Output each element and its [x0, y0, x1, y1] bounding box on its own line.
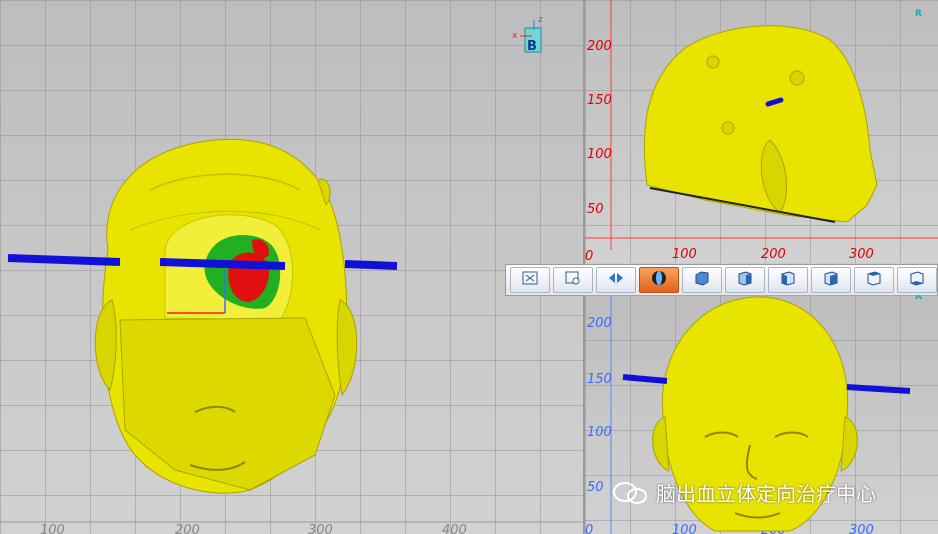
rotate-view-button[interactable] [596, 267, 636, 293]
main-x-tick-label: 400 [442, 523, 467, 534]
marker-fiducial [789, 70, 805, 86]
marker-fiducial [721, 121, 735, 135]
coronal-y-tick-label: 200 [587, 316, 612, 331]
cube-top-icon [865, 270, 883, 290]
view-right-button[interactable] [811, 267, 851, 293]
wechat-icon [612, 481, 648, 505]
watermark-text: 脑出血立体定向治疗中心 [656, 482, 876, 506]
coronal-y-tick-label: 100 [587, 425, 612, 440]
corner-marker-a: A [915, 295, 922, 302]
orientation-cube[interactable]: B x z [512, 15, 543, 54]
sagittal-x-tick-label: 200 [761, 247, 786, 262]
main-x-tick-labels: 100 200 300 400 [40, 523, 467, 534]
puncture-trajectory-right [344, 260, 398, 270]
coronal-x-tick-label: 100 [672, 523, 697, 534]
sagittal-x-tick-label: 300 [849, 247, 874, 262]
sagittal-y-tick-label: 0 [585, 249, 593, 263]
wechat-watermark: 脑出血立体定向治疗中心 [612, 478, 876, 507]
left-ear [94, 299, 117, 391]
fit-view-button[interactable] [510, 267, 550, 293]
orientation-cube-letter: B [527, 39, 537, 54]
cube-left-icon [779, 270, 797, 290]
shaded-sphere-icon [650, 270, 668, 290]
fit-screen-icon [521, 270, 539, 290]
corner-marker-r: R [915, 9, 922, 19]
coronal-y-tick-label: 150 [587, 372, 612, 387]
orientation-axis-x: x [512, 31, 518, 41]
marker-fiducial [706, 55, 720, 69]
main-x-tick-label: 200 [175, 523, 200, 534]
main-x-tick-label: 100 [40, 523, 65, 534]
rotate-icon [607, 270, 625, 290]
view-top-button[interactable] [854, 267, 894, 293]
sagittal-x-tick-labels: 100 200 300 [672, 247, 874, 262]
coronal-y-tick-label: 0 [585, 523, 593, 534]
cube-right-icon [822, 270, 840, 290]
sagittal-y-tick-labels: 200 150 100 50 0 [585, 39, 612, 263]
sagittal-y-tick-label: 50 [587, 202, 604, 217]
view-back-button[interactable] [725, 267, 765, 293]
sagittal-scene: 200 150 100 50 0 100 200 300 R [585, 0, 938, 263]
coronal-y-tick-labels: 200 150 100 50 0 [585, 316, 612, 534]
coronal-x-tick-label: 300 [849, 523, 874, 534]
sagittal-y-tick-label: 200 [587, 39, 612, 54]
puncture-trajectory-center [159, 258, 286, 270]
sagittal-y-tick-label: 150 [587, 93, 612, 108]
shaded-view-button[interactable] [639, 267, 679, 293]
view-toolbar [505, 264, 938, 296]
coronal-trajectory-left [622, 374, 668, 384]
sagittal-x-tick-label: 100 [672, 247, 697, 262]
zoom-window-icon [564, 270, 582, 290]
sagittal-viewport[interactable]: 200 150 100 50 0 100 200 300 R [585, 0, 938, 263]
orientation-axis-z: z [538, 15, 543, 25]
puncture-trajectory-left [7, 254, 121, 266]
view-bottom-button[interactable] [897, 267, 937, 293]
cube-back-icon [736, 270, 754, 290]
main-3d-viewport[interactable]: 100 200 300 400 B x z [0, 0, 583, 534]
main-3d-scene: 100 200 300 400 B x z [0, 15, 583, 534]
view-left-button[interactable] [768, 267, 808, 293]
right-ear [336, 299, 358, 397]
cube-bottom-icon [908, 270, 926, 290]
coronal-trajectory-right [846, 384, 911, 394]
cube-front-icon [693, 270, 711, 290]
main-x-tick-label: 300 [308, 523, 333, 534]
zoom-window-button[interactable] [553, 267, 593, 293]
sagittal-y-tick-label: 100 [587, 147, 612, 162]
stereotactic-planning-app: 100 200 300 400 B x z 200 150 100 50 0 1… [0, 0, 938, 534]
coronal-y-tick-label: 50 [587, 480, 604, 495]
view-front-button[interactable] [682, 267, 722, 293]
